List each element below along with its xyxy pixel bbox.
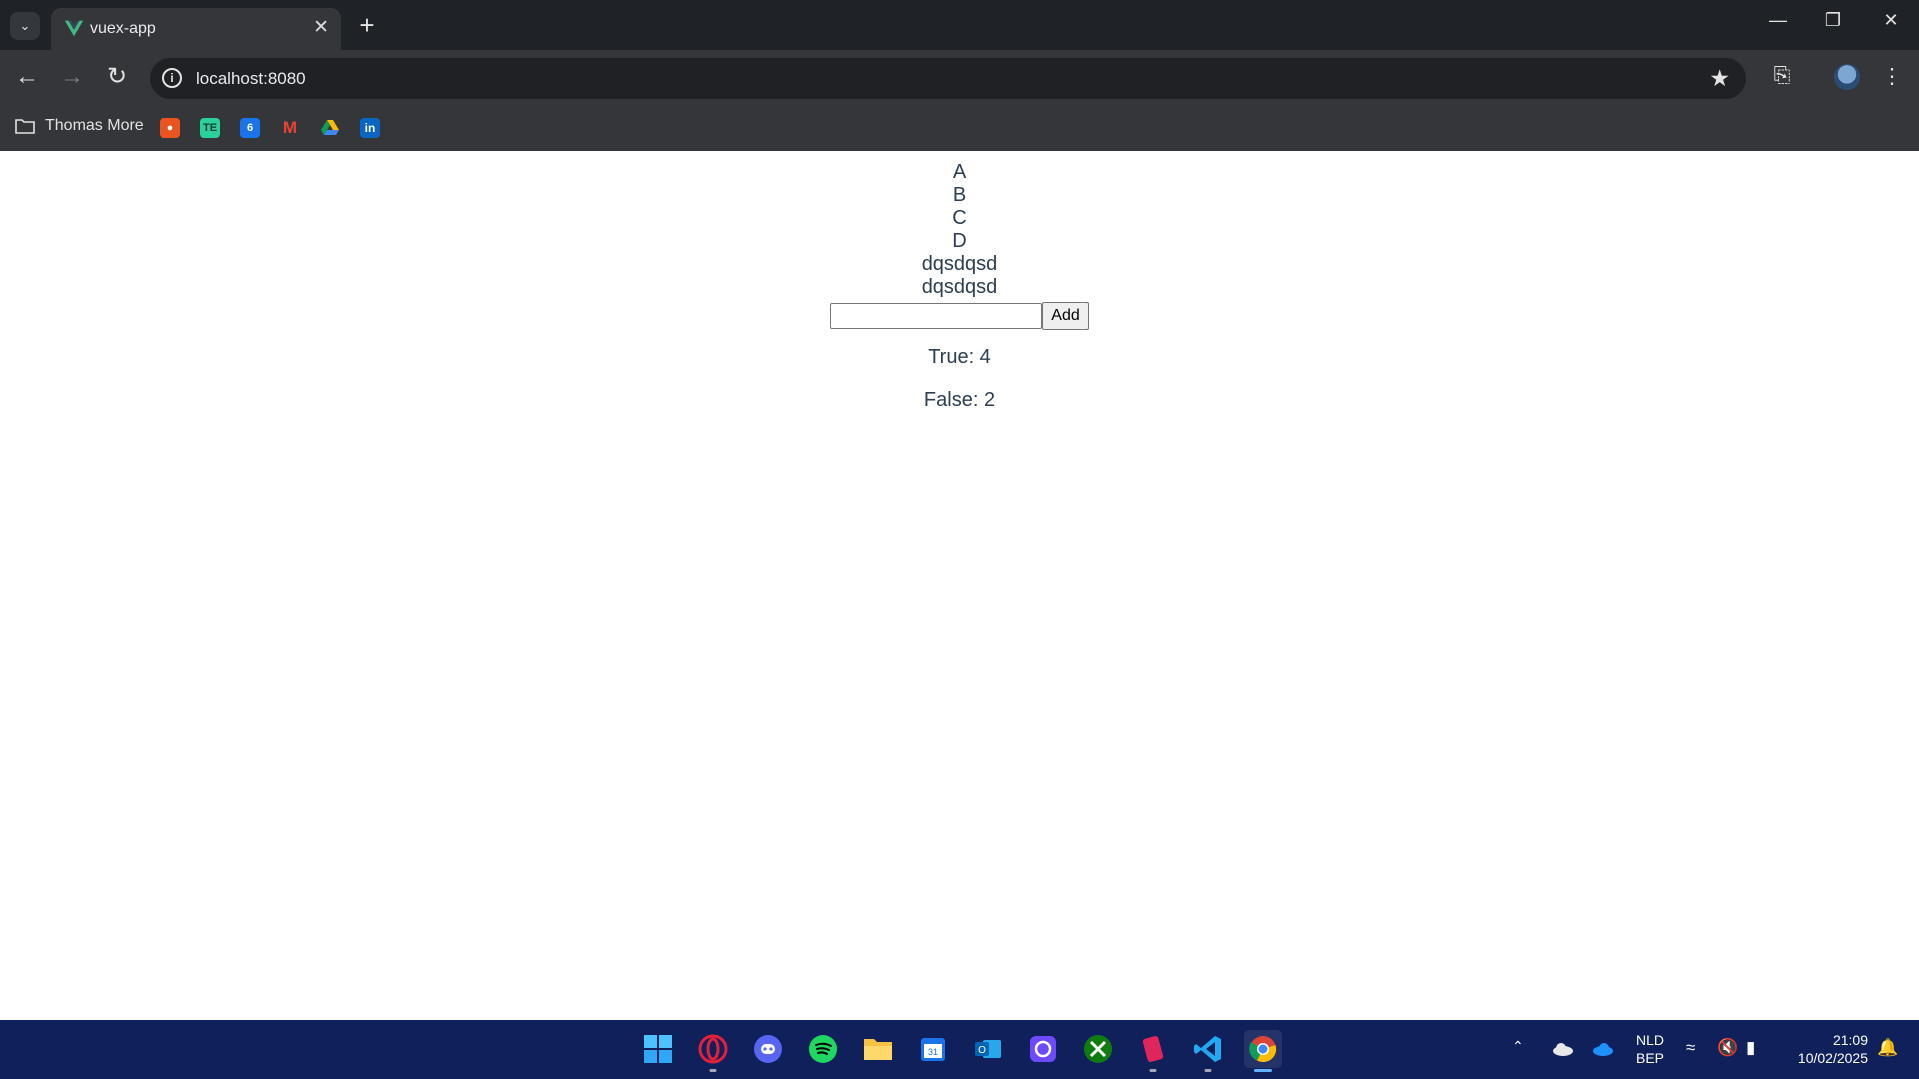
forward-arrow-icon[interactable]: → xyxy=(57,62,87,92)
vscode-app[interactable] xyxy=(1189,1030,1227,1072)
vscode-icon xyxy=(1194,1036,1221,1062)
bookmarks-bar: Thomas More ● TE 6 M in xyxy=(0,106,1919,151)
ubuntu-icon[interactable]: ● xyxy=(160,118,180,138)
file-explorer-app[interactable] xyxy=(859,1030,897,1068)
list-item: D xyxy=(952,230,967,252)
notification-bell-icon[interactable]: 🔔 xyxy=(1877,1038,1898,1058)
chevron-down-icon: ⌄ xyxy=(19,18,31,33)
linkedin-icon[interactable]: in xyxy=(360,118,380,138)
item-list: A B C D dqsdqsd dqsdqsd xyxy=(0,161,1919,299)
new-tab-button[interactable]: + xyxy=(352,10,382,41)
keyboard-layout: BEP xyxy=(1635,1050,1664,1066)
svg-text:31: 31 xyxy=(928,1047,938,1057)
google-calendar-icon[interactable]: 6 xyxy=(240,118,260,138)
outlook-icon: O xyxy=(975,1040,1001,1058)
vue-logo-icon xyxy=(64,20,84,37)
extensions-icon[interactable]: ⎘ xyxy=(1767,64,1797,94)
outlook-app[interactable]: O xyxy=(969,1030,1007,1068)
tab-strip: ⌄ vuex-app ✕ + — ❐ ✕ xyxy=(0,0,1919,50)
running-indicator xyxy=(1204,1069,1212,1072)
close-tab-icon[interactable]: ✕ xyxy=(313,16,329,39)
url-text[interactable]: localhost:8080 xyxy=(196,69,306,89)
svg-text:O: O xyxy=(978,1045,986,1056)
browser-toolbar: ← → ↻ i localhost:8080 ★ ⎘ ⋮ xyxy=(0,50,1919,106)
te-icon[interactable]: TE xyxy=(200,118,220,138)
bookmark-folder-thomas-more[interactable]: Thomas More xyxy=(15,117,144,135)
cloud-icon[interactable] xyxy=(1552,1042,1574,1059)
battery-icon[interactable]: ▮ xyxy=(1746,1038,1755,1058)
bookmark-folder-label: Thomas More xyxy=(45,117,144,134)
folder-icon xyxy=(15,119,35,134)
show-hidden-icons-chevron-icon[interactable]: ⌃ xyxy=(1512,1038,1524,1055)
close-window-icon[interactable]: ✕ xyxy=(1871,10,1911,31)
opera-app[interactable] xyxy=(694,1030,732,1072)
tab-title: vuex-app xyxy=(90,20,156,37)
profile-avatar[interactable] xyxy=(1834,64,1860,90)
running-indicator xyxy=(1149,1069,1157,1072)
windows-logo-icon xyxy=(644,1035,672,1063)
clock[interactable]: 21:09 10/02/2025 xyxy=(1780,1031,1868,1067)
proton-app[interactable] xyxy=(1024,1030,1062,1068)
calendar-app[interactable]: 31 xyxy=(914,1030,952,1068)
clock-date: 10/02/2025 xyxy=(1797,1050,1868,1066)
list-item: dqsdqsd xyxy=(921,276,998,298)
restore-icon[interactable]: ❐ xyxy=(1813,10,1853,31)
xbox-app[interactable] xyxy=(1079,1030,1117,1068)
windows-taskbar: 31 O ⌃ NLD BEP ≈ 🔇 ▮ 21:09 10/02/2025 🔔 xyxy=(0,1020,1919,1079)
discord-app[interactable] xyxy=(749,1030,787,1068)
opera-icon xyxy=(698,1034,728,1064)
list-item: C xyxy=(952,207,967,229)
folder-icon xyxy=(864,1039,892,1060)
gmail-icon[interactable]: M xyxy=(280,118,300,138)
new-item-input[interactable] xyxy=(830,303,1043,329)
false-count: False: 2 xyxy=(923,389,996,411)
chrome-icon xyxy=(1249,1036,1277,1063)
bookmark-star-icon[interactable]: ★ xyxy=(1709,65,1730,92)
vuex-app: A B C D dqsdqsd dqsdqsd Add True: 4 Fals… xyxy=(0,161,1919,412)
list-item: A xyxy=(952,161,967,183)
pen-icon xyxy=(1142,1036,1164,1062)
clock-time: 21:09 xyxy=(1832,1032,1868,1048)
proton-icon xyxy=(1030,1036,1056,1062)
site-info-icon[interactable]: i xyxy=(162,68,182,88)
calendar-icon: 31 xyxy=(921,1038,945,1061)
notes-app[interactable] xyxy=(1134,1030,1172,1072)
chrome-app[interactable] xyxy=(1244,1030,1282,1072)
running-indicator xyxy=(709,1069,717,1072)
input-language[interactable]: NLD BEP xyxy=(1624,1031,1676,1067)
running-indicator xyxy=(1254,1069,1272,1072)
language-code: NLD xyxy=(1635,1032,1664,1048)
google-drive-icon[interactable] xyxy=(320,118,340,138)
discord-icon xyxy=(754,1035,782,1063)
reload-icon[interactable]: ↻ xyxy=(102,62,132,92)
minimize-icon[interactable]: — xyxy=(1758,10,1798,31)
wifi-icon[interactable]: ≈ xyxy=(1686,1038,1695,1058)
menu-kebab-icon[interactable]: ⋮ xyxy=(1877,64,1907,94)
onedrive-icon[interactable] xyxy=(1592,1042,1614,1059)
add-button[interactable]: Add xyxy=(1042,302,1089,330)
page-viewport: A B C D dqsdqsd dqsdqsd Add True: 4 Fals… xyxy=(0,151,1919,1020)
list-item: B xyxy=(952,184,967,206)
address-bar[interactable]: i localhost:8080 ★ xyxy=(150,58,1746,99)
volume-muted-icon[interactable]: 🔇 xyxy=(1717,1038,1738,1058)
true-count: True: 4 xyxy=(928,346,991,368)
tab-vuex-app[interactable]: vuex-app ✕ xyxy=(51,8,341,50)
start-button[interactable] xyxy=(639,1030,677,1068)
tab-search-button[interactable]: ⌄ xyxy=(10,12,40,40)
xbox-icon xyxy=(1084,1035,1112,1063)
spotify-app[interactable] xyxy=(804,1030,842,1068)
list-item: dqsdqsd xyxy=(921,253,998,275)
spotify-icon xyxy=(809,1035,837,1063)
back-arrow-icon[interactable]: ← xyxy=(12,62,42,92)
add-form: Add xyxy=(0,302,1919,330)
